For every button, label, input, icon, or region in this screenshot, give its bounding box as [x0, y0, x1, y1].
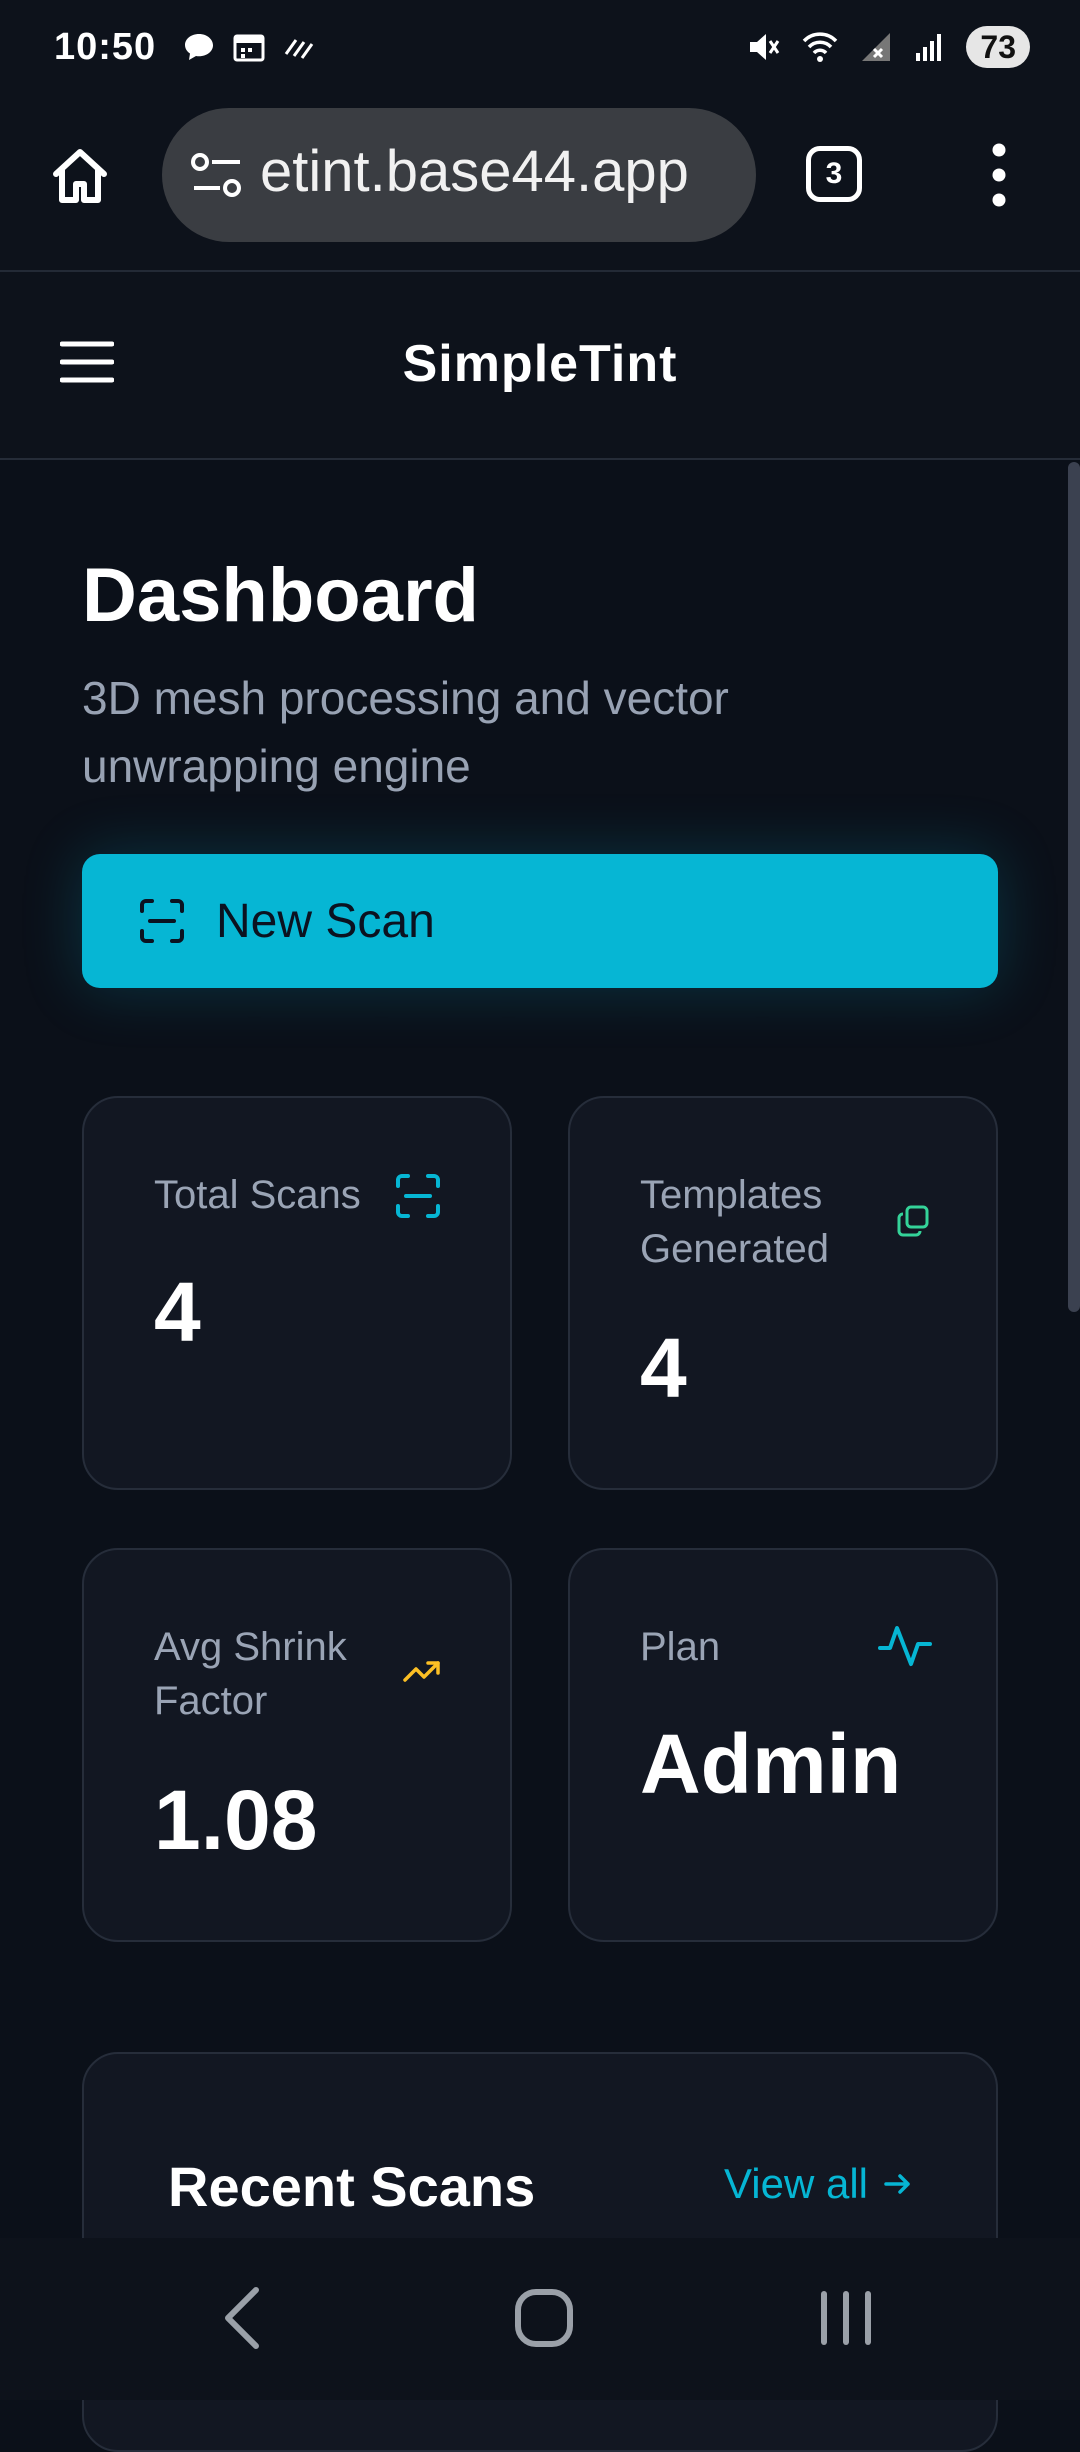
recent-scans-title: Recent Scans	[168, 2155, 536, 2218]
system-nav-bar	[0, 2238, 1080, 2400]
mute-icon	[750, 34, 780, 60]
browser-toolbar: etint.base44.app 3	[0, 100, 1080, 272]
new-scan-button[interactable]: New Scan	[82, 854, 998, 988]
trending-up-icon	[403, 1661, 440, 1682]
stat-value: Admin	[640, 1717, 902, 1811]
recent-apps-icon[interactable]	[818, 2290, 874, 2346]
app-title: SimpleTint	[402, 335, 678, 393]
stat-card-plan: Plan Admin	[568, 1548, 998, 1942]
calendar-icon	[233, 34, 265, 62]
scan-icon	[140, 899, 184, 943]
more-vert-icon[interactable]	[992, 142, 1006, 208]
url-text[interactable]: etint.base44.app	[260, 138, 740, 205]
stat-value: 4	[154, 1265, 201, 1359]
status-time: 10:50	[54, 26, 157, 68]
stat-card-total-scans: Total Scans 4	[82, 1096, 512, 1490]
copy-icon	[897, 1205, 929, 1237]
new-scan-label: New Scan	[216, 894, 435, 948]
status-left-icons	[182, 30, 318, 64]
scrollbar[interactable]	[1068, 462, 1080, 1312]
view-all-link[interactable]: View all	[724, 2160, 914, 2208]
signal-icon	[916, 34, 942, 61]
tab-count-button[interactable]: 3	[806, 146, 862, 202]
signal-lines-icon	[284, 39, 314, 59]
page-subtitle: 3D mesh processing and vector unwrapping…	[82, 672, 729, 792]
page-title: Dashboard	[82, 553, 479, 638]
address-bar[interactable]: etint.base44.app	[162, 108, 756, 242]
stat-label: Avg Shrink Factor	[154, 1625, 347, 1723]
wifi-icon	[803, 32, 838, 62]
view-all-label: View all	[724, 2160, 868, 2207]
scan-icon	[396, 1174, 440, 1218]
stat-card-avg-shrink-factor: Avg Shrink Factor 1.08	[82, 1548, 512, 1942]
stat-label: Templates Generated	[640, 1173, 830, 1271]
home-icon[interactable]	[48, 144, 112, 208]
battery-indicator: 73	[966, 26, 1030, 68]
stat-card-templates-generated: Templates Generated 4	[568, 1096, 998, 1490]
app-header: SimpleTint	[0, 272, 1080, 460]
activity-icon	[878, 1626, 932, 1666]
status-bar: 10:50 73	[0, 0, 1080, 100]
status-right-icons: 73	[744, 26, 1030, 68]
arrow-right-icon	[884, 2174, 910, 2194]
nav-home-icon[interactable]	[514, 2288, 574, 2348]
no-signal-icon	[862, 33, 891, 61]
stat-value: 1.08	[154, 1773, 318, 1867]
tune-icon[interactable]	[190, 150, 244, 200]
stat-label: Total Scans	[154, 1173, 361, 1217]
stat-label: Plan	[640, 1625, 721, 1669]
chat-icon	[185, 34, 213, 60]
back-icon[interactable]	[222, 2286, 262, 2350]
stat-value: 4	[640, 1321, 687, 1415]
